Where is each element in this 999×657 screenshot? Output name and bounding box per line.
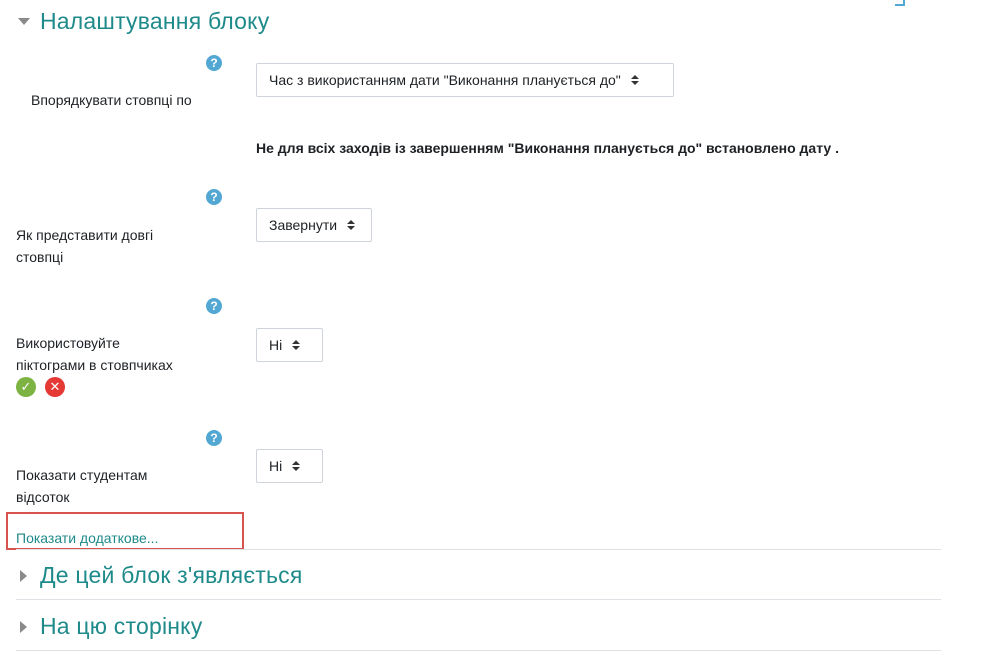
- long-columns-select[interactable]: Завернути: [256, 208, 372, 242]
- select-arrows-icon: [292, 461, 301, 471]
- caret-right-icon: [20, 620, 27, 633]
- block-settings-title: Налаштування блоку: [40, 8, 270, 34]
- use-icons-label-line1: Використовуйте: [16, 335, 120, 351]
- corner-fragment: [895, 0, 905, 6]
- check-icon: ✓: [16, 377, 36, 397]
- on-this-page-header[interactable]: На цю сторінку: [18, 613, 202, 640]
- long-columns-label-line1: Як представити довгі: [16, 227, 154, 243]
- order-notice: Не для всіх заходів із завершенням "Вико…: [256, 140, 839, 156]
- use-icons-select[interactable]: Ні: [256, 328, 323, 362]
- help-icon[interactable]: ?: [206, 189, 222, 205]
- use-icons-label-line2: піктограми в стовпчиках: [16, 357, 173, 373]
- long-columns-value: Завернути: [269, 217, 338, 233]
- divider: [16, 599, 941, 600]
- where-block-appears-title: Де цей блок з'являється: [40, 562, 303, 588]
- block-settings-header[interactable]: Налаштування блоку: [18, 8, 269, 35]
- order-columns-select[interactable]: Час з використанням дати "Виконання план…: [256, 63, 674, 97]
- use-icons-value: Ні: [269, 337, 283, 353]
- order-columns-value: Час з використанням дати "Виконання план…: [269, 72, 621, 88]
- cross-icon: ✕: [45, 377, 65, 397]
- caret-right-icon: [20, 569, 27, 582]
- on-this-page-title: На цю сторінку: [40, 613, 203, 639]
- show-percent-select[interactable]: Ні: [256, 449, 323, 483]
- select-arrows-icon: [292, 340, 301, 350]
- long-columns-label-line2: стовпці: [16, 249, 64, 265]
- divider: [16, 549, 941, 550]
- order-columns-label: Впорядкувати стовпці по: [31, 92, 192, 108]
- help-icon[interactable]: ?: [206, 298, 222, 314]
- show-percent-value: Ні: [269, 458, 283, 474]
- divider: [16, 650, 941, 651]
- help-icon[interactable]: ?: [206, 55, 222, 71]
- select-arrows-icon: [347, 220, 356, 230]
- help-icon[interactable]: ?: [206, 430, 222, 446]
- show-percent-label-line1: Показати студентам: [16, 467, 148, 483]
- where-block-appears-header[interactable]: Де цей блок з'являється: [18, 562, 303, 589]
- select-arrows-icon: [630, 75, 639, 85]
- caret-down-icon: [18, 18, 30, 25]
- show-percent-label-line2: відсоток: [16, 489, 70, 505]
- show-more-link[interactable]: Показати додаткове...: [16, 530, 158, 546]
